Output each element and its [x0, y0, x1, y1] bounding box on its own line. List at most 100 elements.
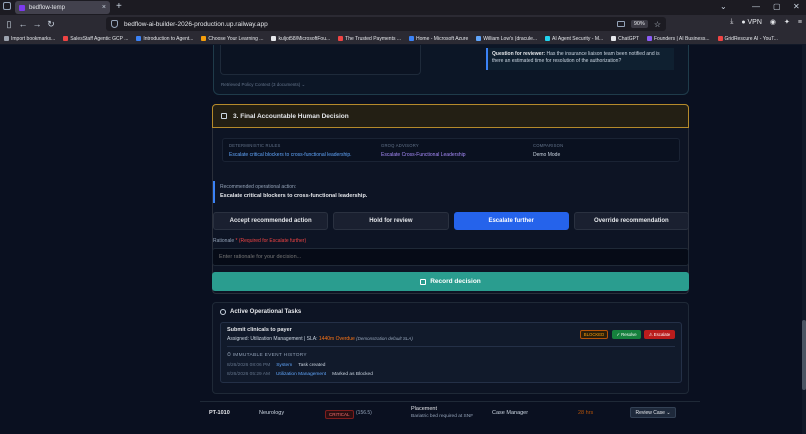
- bookmark-favicon-icon: [63, 36, 69, 41]
- bookmark-favicon-icon: [545, 36, 551, 41]
- history-time: 8/26/2026 05:29 AM: [227, 372, 270, 377]
- bookmark-item[interactable]: Choose Your Learning ...: [201, 36, 263, 42]
- decision-header: 3. Final Accountable Human Decision: [212, 104, 689, 128]
- review-case-button[interactable]: Review Case ⌄: [630, 407, 676, 418]
- resolve-button[interactable]: ✓ Resolve: [612, 330, 641, 339]
- forward-icon[interactable]: →: [30, 19, 44, 29]
- task-name: Submit clinicals to payer: [227, 327, 292, 333]
- bookmark-item[interactable]: Founders | AI Business...: [647, 36, 710, 42]
- bookmark-favicon-icon: [201, 36, 207, 41]
- sidebar-toggle-icon[interactable]: [3, 2, 11, 10]
- task-meta: Assigned: Utilization Management | SLA: …: [227, 336, 413, 342]
- bookmark-item[interactable]: The Trusted Payments ...: [338, 36, 401, 42]
- acuity-badge: CRITICAL: [325, 410, 354, 419]
- site-info-icon[interactable]: [111, 20, 118, 28]
- age-cell: 28 hrs: [578, 410, 594, 416]
- bookmark-label: Founders | AI Business...: [654, 35, 710, 42]
- comparison: COMPARISON Demo Mode: [527, 139, 679, 161]
- accept-recommended-button[interactable]: Accept recommended action: [213, 212, 329, 230]
- vpn-button[interactable]: ● VPN: [741, 19, 762, 26]
- bookmark-favicon-icon: [338, 36, 344, 41]
- bookmarks-bar: Import bookmarks... SalesStaff Agentic GC…: [0, 33, 806, 45]
- url-text: bedflow-ai-builder-2026-production.up.ra…: [124, 20, 268, 28]
- extensions-icon[interactable]: ✦: [784, 18, 790, 26]
- account-icon[interactable]: ◉: [770, 18, 776, 26]
- task-assigned: Assigned: Utilization Management | SLA:: [227, 336, 318, 342]
- placement-detail: Bariatric bed required at SNF: [411, 414, 474, 419]
- acuity-score: (156.5): [356, 410, 372, 416]
- bookmark-item[interactable]: William Low's (dracule...: [476, 36, 537, 42]
- browser-tab[interactable]: bedflow-temp ×: [15, 1, 110, 14]
- history-message: Marked as Blocked: [332, 372, 373, 377]
- rationale-required-note: * (Required for Escalate further): [235, 238, 307, 244]
- owner-cell: Case Manager: [492, 410, 529, 416]
- task-overdue: 1440m Overdue: [318, 336, 355, 342]
- bookmark-item[interactable]: kuljot58/MicrosoftFou...: [271, 36, 330, 42]
- save-icon: [221, 113, 227, 119]
- policy-context-toggle[interactable]: Retrieved Policy Context (3 documents) ⌄: [221, 82, 305, 88]
- groq-advisory: GROQ ADVISORY Escalate Cross-Functional …: [375, 139, 527, 161]
- hold-for-review-button[interactable]: Hold for review: [333, 212, 449, 230]
- bookmark-label: ChatGPT: [618, 35, 639, 42]
- rule-value: Escalate Cross-Functional Leadership: [381, 152, 466, 158]
- bookmark-item[interactable]: AI Agent Security - M...: [545, 36, 603, 42]
- bookmark-item[interactable]: Introduction to Agent...: [136, 36, 193, 42]
- bookmark-item[interactable]: Import bookmarks...: [4, 36, 55, 42]
- toolbar-right: ⤓ ● VPN ◉ ✦ ≡: [730, 18, 802, 26]
- bookmark-star-icon[interactable]: ☆: [654, 20, 661, 29]
- bookmark-item[interactable]: SalesStaff Agentic GCP ...: [63, 36, 128, 42]
- rule-value: Escalate critical blockers to cross-func…: [229, 152, 352, 158]
- record-decision-button[interactable]: Record decision: [212, 272, 689, 291]
- recommended-value: Escalate critical blockers to cross-func…: [220, 193, 368, 199]
- bookmark-item[interactable]: Home - Microsoft Azure: [409, 36, 468, 42]
- reader-view-icon[interactable]: [616, 21, 625, 27]
- history-actor: System: [276, 363, 293, 368]
- browser-tabbar: bedflow-temp × + ⌄ — ▢ ✕: [0, 0, 806, 15]
- bookmark-label: Choose Your Learning ...: [208, 35, 264, 42]
- history-row: 8/26/2026 08:06 PM System Task created: [227, 363, 325, 368]
- rationale-input[interactable]: [212, 248, 689, 266]
- reviewer-question: Question for reviewer: Has the insurance…: [486, 48, 674, 70]
- rationale-label: Rationale * (Required for Escalate furth…: [213, 238, 306, 244]
- menu-icon[interactable]: ≡: [798, 19, 802, 26]
- recommended-action: Recommended operational action: Escalate…: [213, 181, 689, 203]
- reload-icon[interactable]: ↻: [44, 19, 58, 30]
- bookmark-favicon-icon: [476, 36, 482, 41]
- back-icon[interactable]: ←: [16, 19, 30, 29]
- task-demo-note: (Demonstration default SLA): [356, 336, 413, 341]
- rule-label: GROQ ADVISORY: [381, 143, 419, 148]
- bookmark-label: William Low's (dracule...: [483, 35, 538, 42]
- decision-title: 3. Final Accountable Human Decision: [233, 112, 349, 120]
- browser-navbar: ▯ ← → ↻ bedflow-ai-builder-2026-producti…: [0, 15, 806, 33]
- placement-cell: Placement: [411, 406, 437, 412]
- save-icon: [420, 278, 427, 285]
- rule-label: DETERMINISTIC RULES: [229, 143, 281, 148]
- escalate-further-button[interactable]: Escalate further: [453, 212, 569, 230]
- vpn-label: VPN: [747, 18, 762, 26]
- tab-close-icon[interactable]: ×: [102, 4, 106, 11]
- close-window-icon[interactable]: ✕: [793, 2, 800, 11]
- override-recommendation-button[interactable]: Override recommendation: [573, 212, 689, 230]
- record-label: Record decision: [430, 278, 481, 285]
- bookmark-label: Import bookmarks...: [11, 35, 56, 42]
- service-cell: Neurology: [259, 410, 285, 416]
- address-bar[interactable]: bedflow-ai-builder-2026-production.up.ra…: [106, 17, 666, 31]
- maximize-icon[interactable]: ▢: [773, 2, 781, 11]
- divider: [227, 346, 675, 347]
- bookmark-item[interactable]: GridRescure AI - YouT...: [717, 36, 778, 42]
- decision-buttons: Accept recommended action Hold for revie…: [213, 212, 689, 230]
- tab-list-icon[interactable]: ⌄: [720, 2, 727, 11]
- rationale-label-text: Rationale: [213, 238, 235, 244]
- scrollbar-thumb[interactable]: [802, 320, 806, 390]
- zoom-level[interactable]: 90%: [630, 20, 648, 28]
- escalate-button[interactable]: ⚠ Escalate: [644, 330, 675, 339]
- bookmark-favicon-icon: [409, 36, 415, 41]
- rules-comparison: DETERMINISTIC RULES Escalate critical bl…: [222, 138, 680, 162]
- bookmark-favicon-icon: [611, 36, 617, 41]
- deterministic-rules: DETERMINISTIC RULES Escalate critical bl…: [223, 139, 375, 161]
- minimize-icon[interactable]: —: [752, 2, 760, 11]
- new-tab-button[interactable]: +: [116, 1, 122, 12]
- download-icon[interactable]: ⤓: [730, 18, 733, 26]
- sidebar-icon[interactable]: ▯: [2, 19, 16, 30]
- bookmark-item[interactable]: ChatGPT: [611, 36, 639, 42]
